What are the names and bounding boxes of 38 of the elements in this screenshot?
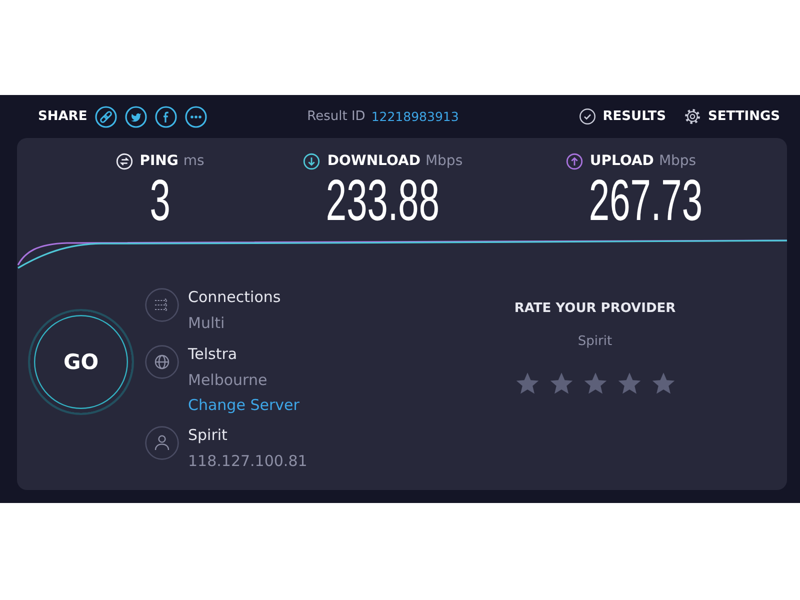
star-icon[interactable] (650, 371, 676, 396)
provider-name: Spirit (578, 333, 612, 351)
metric-value: 3 (150, 176, 170, 226)
metric-value: 233.88 (326, 176, 440, 226)
rate-title: RATE YOUR PROVIDER (514, 300, 676, 318)
results-button[interactable]: RESULTS (578, 108, 666, 125)
info-subtitle: 118.127.100.81 (188, 451, 308, 472)
info-title: Spirit (188, 425, 228, 446)
star-icon[interactable] (582, 371, 608, 396)
metric-value: 267.73 (589, 176, 703, 226)
info-title: Connections (188, 287, 281, 308)
star-icon[interactable] (514, 371, 540, 396)
change-server-link[interactable]: Change Server (188, 393, 300, 417)
arrows-icon (145, 288, 179, 322)
person-icon (145, 426, 179, 460)
metric-unit: ms (183, 153, 204, 169)
check-icon (578, 108, 596, 125)
metric-label: DOWNLOAD (327, 153, 420, 169)
star-icon[interactable] (548, 371, 574, 396)
link-icon[interactable] (95, 106, 118, 128)
info-subtitle: Melbourne (188, 370, 268, 391)
letter-f-icon[interactable] (155, 106, 178, 128)
star-icon[interactable] (616, 371, 642, 396)
metric-unit: Mbps (425, 153, 463, 169)
info-subtitle: Multi (188, 313, 225, 334)
globe-icon (145, 345, 179, 379)
settings-icon (684, 108, 701, 125)
more-icon[interactable] (185, 106, 208, 128)
info-title: Telstra (188, 344, 238, 365)
go-button[interactable]: GO (28, 309, 134, 415)
bird-icon[interactable] (125, 106, 148, 128)
share-label: SHARE (38, 109, 88, 124)
result-id-label: Result ID (307, 109, 366, 124)
settings-button[interactable]: SETTINGS (684, 108, 780, 125)
metric-label: UPLOAD (590, 153, 654, 169)
metric-label: PING (140, 153, 178, 169)
result-id-link[interactable]: 12218983913 (371, 109, 459, 124)
metric-unit: Mbps (658, 153, 696, 169)
